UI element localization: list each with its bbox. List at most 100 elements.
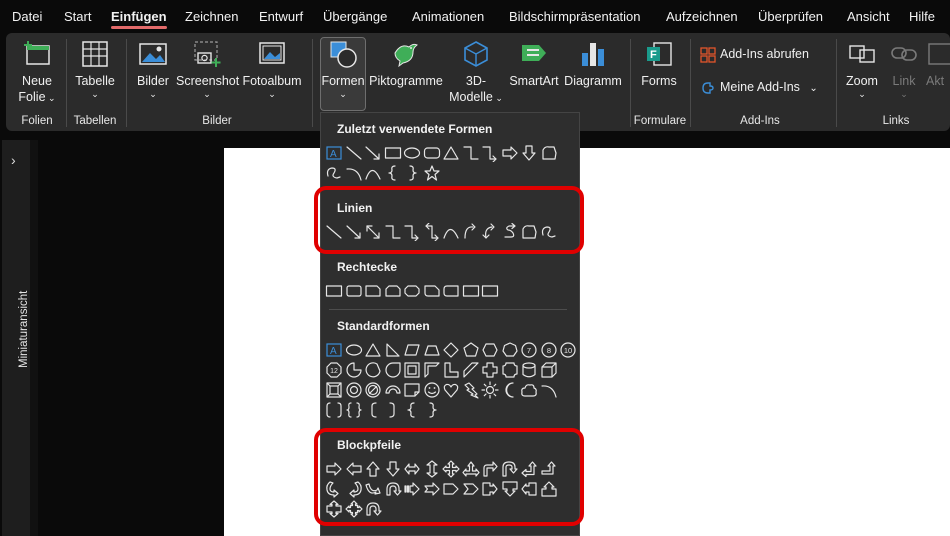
- get-addins-button[interactable]: Add-Ins abrufen: [700, 46, 820, 63]
- tab-einfuegen[interactable]: Einfügen: [111, 9, 167, 29]
- brace-l-shape-icon[interactable]: [384, 164, 402, 182]
- bracket-r-shape-icon[interactable]: [384, 401, 402, 419]
- circle-7-shape-icon[interactable]: 7: [520, 341, 538, 359]
- pentagon-shape-icon[interactable]: [462, 341, 480, 359]
- snip3-shape-icon[interactable]: [384, 282, 402, 300]
- tab-uebergaenge[interactable]: Übergänge: [323, 9, 387, 24]
- rtriangle-shape-icon[interactable]: [384, 341, 402, 359]
- nosymbol-shape-icon[interactable]: [364, 381, 382, 399]
- roundrect-shape-icon[interactable]: [423, 144, 441, 162]
- scribble-shape-icon[interactable]: [325, 164, 343, 182]
- thumbnail-panel-label[interactable]: Miniaturansicht: [18, 291, 30, 368]
- elbowarrow-shape-icon[interactable]: [481, 144, 499, 163]
- teardrop-shape-icon[interactable]: [384, 361, 402, 379]
- tab-zeichnen[interactable]: Zeichnen: [185, 9, 238, 24]
- textbox-shape-icon[interactable]: A: [325, 341, 343, 359]
- lightning-shape-icon[interactable]: [462, 381, 480, 399]
- pictures-button[interactable]: Bilder ⌄: [132, 39, 174, 99]
- cube-shape-icon[interactable]: [540, 361, 558, 379]
- line-shape-icon[interactable]: [345, 144, 363, 162]
- hexagon-shape-icon[interactable]: [481, 341, 499, 359]
- trapezoid-shape-icon[interactable]: [423, 341, 441, 359]
- bracespair-shape-icon[interactable]: [345, 401, 363, 419]
- zoom-button[interactable]: Zoom ⌄: [842, 39, 882, 99]
- curve-shape-icon[interactable]: [364, 164, 382, 182]
- lshape-shape-icon[interactable]: [442, 361, 460, 379]
- tab-aufzeichnen[interactable]: Aufzeichnen: [666, 9, 738, 24]
- sun-shape-icon[interactable]: [481, 381, 499, 399]
- freeform-shape-icon[interactable]: [540, 144, 558, 162]
- new-slide-button[interactable]: Neue Folie ⌄: [14, 39, 60, 106]
- chart-button[interactable]: Diagramm: [562, 39, 624, 89]
- plaque-shape-icon[interactable]: [501, 361, 519, 379]
- textbox-shape-icon[interactable]: A: [325, 144, 343, 162]
- tab-bildschirmpraesentation[interactable]: Bildschirmpräsentation: [509, 9, 641, 24]
- brace-l-shape-icon[interactable]: [403, 401, 421, 419]
- diamond-shape-icon[interactable]: [442, 341, 460, 359]
- triangle-shape-icon[interactable]: [364, 341, 382, 359]
- halfframe-shape-icon[interactable]: [423, 361, 441, 379]
- tab-start[interactable]: Start: [64, 9, 91, 24]
- blockarc-shape-icon[interactable]: [384, 381, 402, 399]
- icons-button[interactable]: Piktogramme: [368, 39, 444, 89]
- arc-shape-icon[interactable]: [345, 164, 363, 182]
- brace-r-shape-icon[interactable]: [423, 401, 441, 419]
- action-button[interactable]: Akt: [926, 39, 950, 89]
- arrowline-shape-icon[interactable]: [364, 144, 382, 162]
- snip4-shape-icon[interactable]: [403, 282, 421, 300]
- rightarrow-shape-icon[interactable]: [501, 144, 519, 162]
- snipround-shape-icon[interactable]: [423, 282, 441, 300]
- tab-hilfe[interactable]: Hilfe: [909, 9, 935, 24]
- oval-shape-icon[interactable]: [403, 144, 421, 162]
- star5-shape-icon[interactable]: [423, 164, 441, 182]
- smiley-shape-icon[interactable]: [423, 381, 441, 399]
- rect-shape-icon[interactable]: [384, 144, 402, 162]
- circle-8-shape-icon[interactable]: 8: [540, 341, 558, 359]
- tab-entwurf[interactable]: Entwurf: [259, 9, 303, 24]
- bevel-shape-icon[interactable]: [325, 381, 343, 399]
- my-addins-button[interactable]: Meine Add-Ins ⌄: [700, 79, 830, 97]
- octagon-12-shape-icon[interactable]: 12: [325, 361, 343, 379]
- brace-r-shape-icon[interactable]: [403, 164, 421, 182]
- can-shape-icon[interactable]: [520, 361, 538, 379]
- foldedcorner-shape-icon[interactable]: [403, 381, 421, 399]
- donut-shape-icon[interactable]: [345, 381, 363, 399]
- link-button[interactable]: Link ⌄: [886, 39, 922, 99]
- rect-shape-icon[interactable]: [481, 282, 499, 300]
- chord-shape-icon[interactable]: [364, 361, 382, 379]
- tab-ansicht[interactable]: Ansicht: [847, 9, 890, 24]
- moon-shape-icon[interactable]: [501, 381, 519, 399]
- heptagon-shape-icon[interactable]: [501, 341, 519, 359]
- rect-shape-icon[interactable]: [462, 282, 480, 300]
- tab-animationen[interactable]: Animationen: [412, 9, 484, 24]
- smartart-button[interactable]: SmartArt: [508, 39, 560, 89]
- expand-chevron-icon[interactable]: ›: [11, 152, 16, 168]
- elbow-shape-icon[interactable]: [462, 144, 480, 162]
- photo-album-button[interactable]: Fotoalbum ⌄: [240, 39, 304, 99]
- bracket-l-shape-icon[interactable]: [364, 401, 382, 419]
- table-button[interactable]: Tabelle ⌄: [70, 39, 120, 99]
- forms-button[interactable]: F Forms: [636, 39, 682, 89]
- downarrow-shape-icon[interactable]: [520, 144, 538, 162]
- triangle-shape-icon[interactable]: [442, 144, 460, 162]
- round3-shape-icon[interactable]: [442, 282, 460, 300]
- tab-datei[interactable]: Datei: [12, 9, 42, 24]
- brackets-shape-icon[interactable]: [325, 401, 343, 419]
- screenshot-button[interactable]: Screenshot ⌄: [176, 39, 239, 99]
- 3d-models-button[interactable]: 3D- Modelle ⌄: [446, 39, 506, 106]
- oval-shape-icon[interactable]: [345, 341, 363, 359]
- circle-10-shape-icon[interactable]: 10: [559, 341, 577, 359]
- cross-shape-icon[interactable]: [481, 361, 499, 379]
- frame-shape-icon[interactable]: [403, 361, 421, 379]
- arc-shape-icon[interactable]: [540, 381, 558, 399]
- heart-shape-icon[interactable]: [442, 381, 460, 399]
- cloud-shape-icon[interactable]: [520, 381, 538, 399]
- round2-shape-icon[interactable]: [345, 282, 363, 300]
- pie-shape-icon[interactable]: [345, 361, 363, 379]
- shapes-button[interactable]: Formen ⌄: [320, 39, 366, 99]
- tab-ueberpruefen[interactable]: Überprüfen: [758, 9, 823, 24]
- snip1-shape-icon[interactable]: [364, 282, 382, 300]
- rect-shape-icon[interactable]: [325, 282, 343, 300]
- parallelogram-shape-icon[interactable]: [403, 341, 421, 359]
- diagstripe-shape-icon[interactable]: [462, 361, 480, 379]
